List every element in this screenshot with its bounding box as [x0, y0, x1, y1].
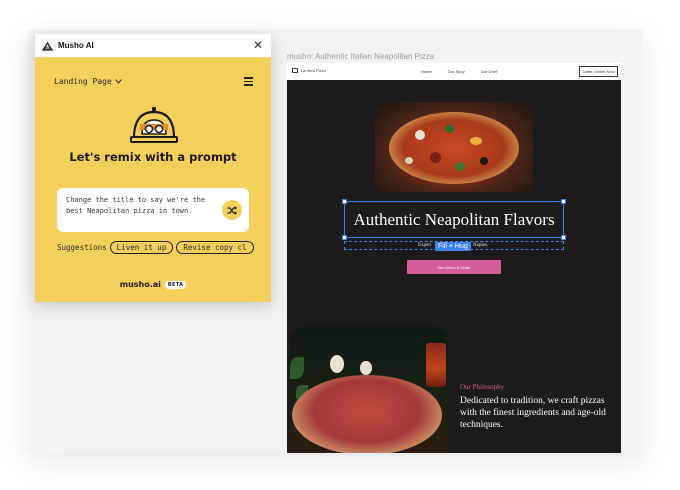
nav-link-our-chef[interactable]: Our Chef — [481, 69, 497, 74]
philosophy-label[interactable]: Our Philosophy — [460, 383, 504, 391]
salami-pizza — [292, 375, 442, 453]
resize-handle-tl[interactable] — [342, 199, 347, 204]
resize-handle-bl[interactable] — [342, 235, 347, 240]
close-icon[interactable]: ✕ — [253, 38, 263, 52]
beta-badge: BETA — [164, 280, 187, 289]
mascot-icon — [130, 107, 178, 143]
sauce-jar — [426, 343, 446, 387]
subtitle-text-right: Naples. — [473, 243, 489, 248]
subtitle-text-left: Experi — [418, 243, 432, 248]
prompt-input[interactable]: Change the title to say we're the best N… — [57, 188, 249, 232]
site-logo[interactable]: La Vera Pizza — [292, 68, 326, 73]
website-frame[interactable]: La Vera Pizza Home Our Story Our Chef Or… — [287, 63, 621, 453]
site-nav: La Vera Pizza Home Our Story Our Chef Or… — [287, 63, 621, 80]
resize-handle-tr[interactable] — [561, 199, 566, 204]
philosophy-pizza-image[interactable] — [290, 327, 448, 453]
musho-logo-icon — [42, 40, 53, 51]
topping-olive — [480, 157, 488, 165]
nav-link-home[interactable]: Home — [421, 69, 432, 74]
prompt-text[interactable]: Change the title to say we're the best N… — [66, 195, 214, 217]
topping-mushroom — [405, 157, 413, 164]
philosophy-text[interactable]: Dedicated to tradition, we craft pizzas … — [460, 395, 620, 431]
suggestion-chip-liven[interactable]: Liven it up — [109, 240, 174, 254]
topping-mozzarella — [415, 130, 425, 140]
order-online-button[interactable]: Order Online Now — [579, 66, 618, 77]
brand-name: musho.ai — [119, 280, 161, 289]
suggestions-row: Suggestions Liven it up Revise copy cl — [57, 239, 271, 255]
hero-title[interactable]: Authentic Neapolitan Flavors — [353, 210, 554, 229]
fill-hug-tag[interactable]: Fill × Hug — [435, 242, 471, 251]
chevron-down-icon — [114, 79, 122, 84]
nav-links: Home Our Story Our Chef — [421, 69, 497, 74]
page-select-value: Landing Page — [54, 77, 112, 86]
plugin-headline: Let's remix with a prompt — [69, 150, 237, 164]
garlic-bulb — [330, 355, 344, 373]
topping-basil — [445, 124, 454, 133]
topping-pepper — [470, 137, 482, 145]
footer-brand: musho.ai BETA — [35, 280, 271, 289]
shuffle-icon — [227, 205, 237, 215]
frame-label[interactable]: musho: Authentic Italian Neapolitan Pizz… — [287, 52, 434, 61]
nav-link-our-story[interactable]: Our Story — [448, 69, 465, 74]
basil-leaf — [290, 357, 304, 379]
site-logo-text: La Vera Pizza — [301, 68, 326, 73]
plugin-title: Musho AI — [58, 41, 94, 50]
topping-salami — [430, 152, 441, 163]
resize-handle-br[interactable] — [561, 235, 566, 240]
logo-icon — [292, 68, 298, 73]
topping-basil-2 — [455, 162, 465, 171]
suggestions-label: Suggestions — [57, 242, 107, 252]
hero-pizza-image[interactable] — [375, 102, 533, 192]
plugin-header: Musho AI ✕ — [35, 34, 271, 57]
shuffle-button[interactable] — [222, 200, 242, 220]
page-select-dropdown[interactable]: Landing Page — [54, 77, 122, 86]
garlic-bulb-2 — [360, 361, 372, 375]
menu-icon[interactable] — [244, 77, 253, 88]
musho-plugin-panel: Musho AI ✕ Landing Page Let's remix with… — [35, 34, 271, 302]
pizza-crust — [389, 112, 519, 184]
suggestion-chip-revise[interactable]: Revise copy cl — [176, 240, 254, 254]
hero-title-selection[interactable]: Authentic Neapolitan Flavors — [342, 199, 566, 240]
see-menu-button[interactable]: See Menu & Order — [407, 260, 501, 274]
